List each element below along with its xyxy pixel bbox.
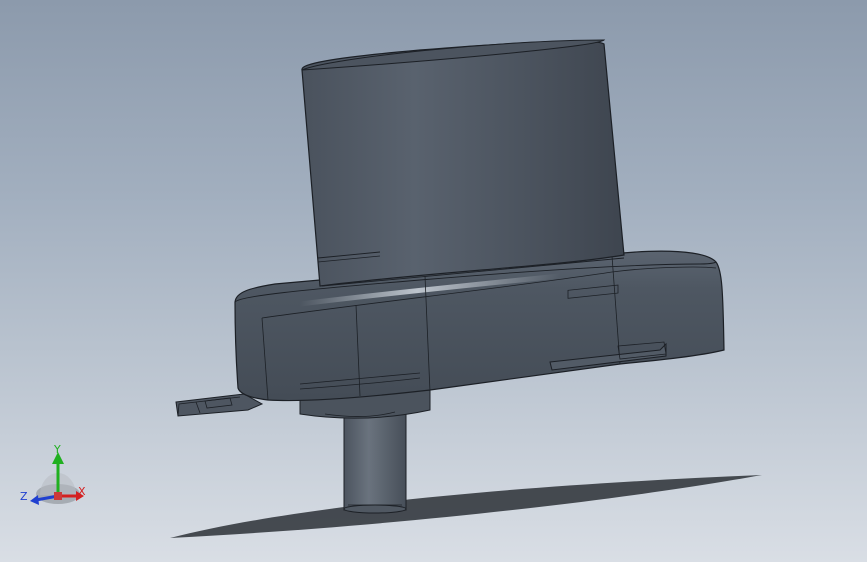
base-flange[interactable] [234, 250, 725, 402]
x-axis-label: X [78, 485, 86, 498]
cad-model[interactable] [0, 0, 867, 562]
mounting-tab[interactable] [175, 393, 264, 417]
graphics-viewport[interactable]: Y X Z [0, 0, 867, 562]
y-axis-label: Y [54, 443, 61, 456]
z-axis-label: Z [20, 490, 28, 503]
z-axis-arrow [30, 495, 39, 505]
shaft[interactable] [343, 412, 407, 514]
triad-origin [54, 492, 62, 500]
motor-cylinder[interactable] [301, 39, 625, 287]
ground-shadow [170, 475, 762, 538]
